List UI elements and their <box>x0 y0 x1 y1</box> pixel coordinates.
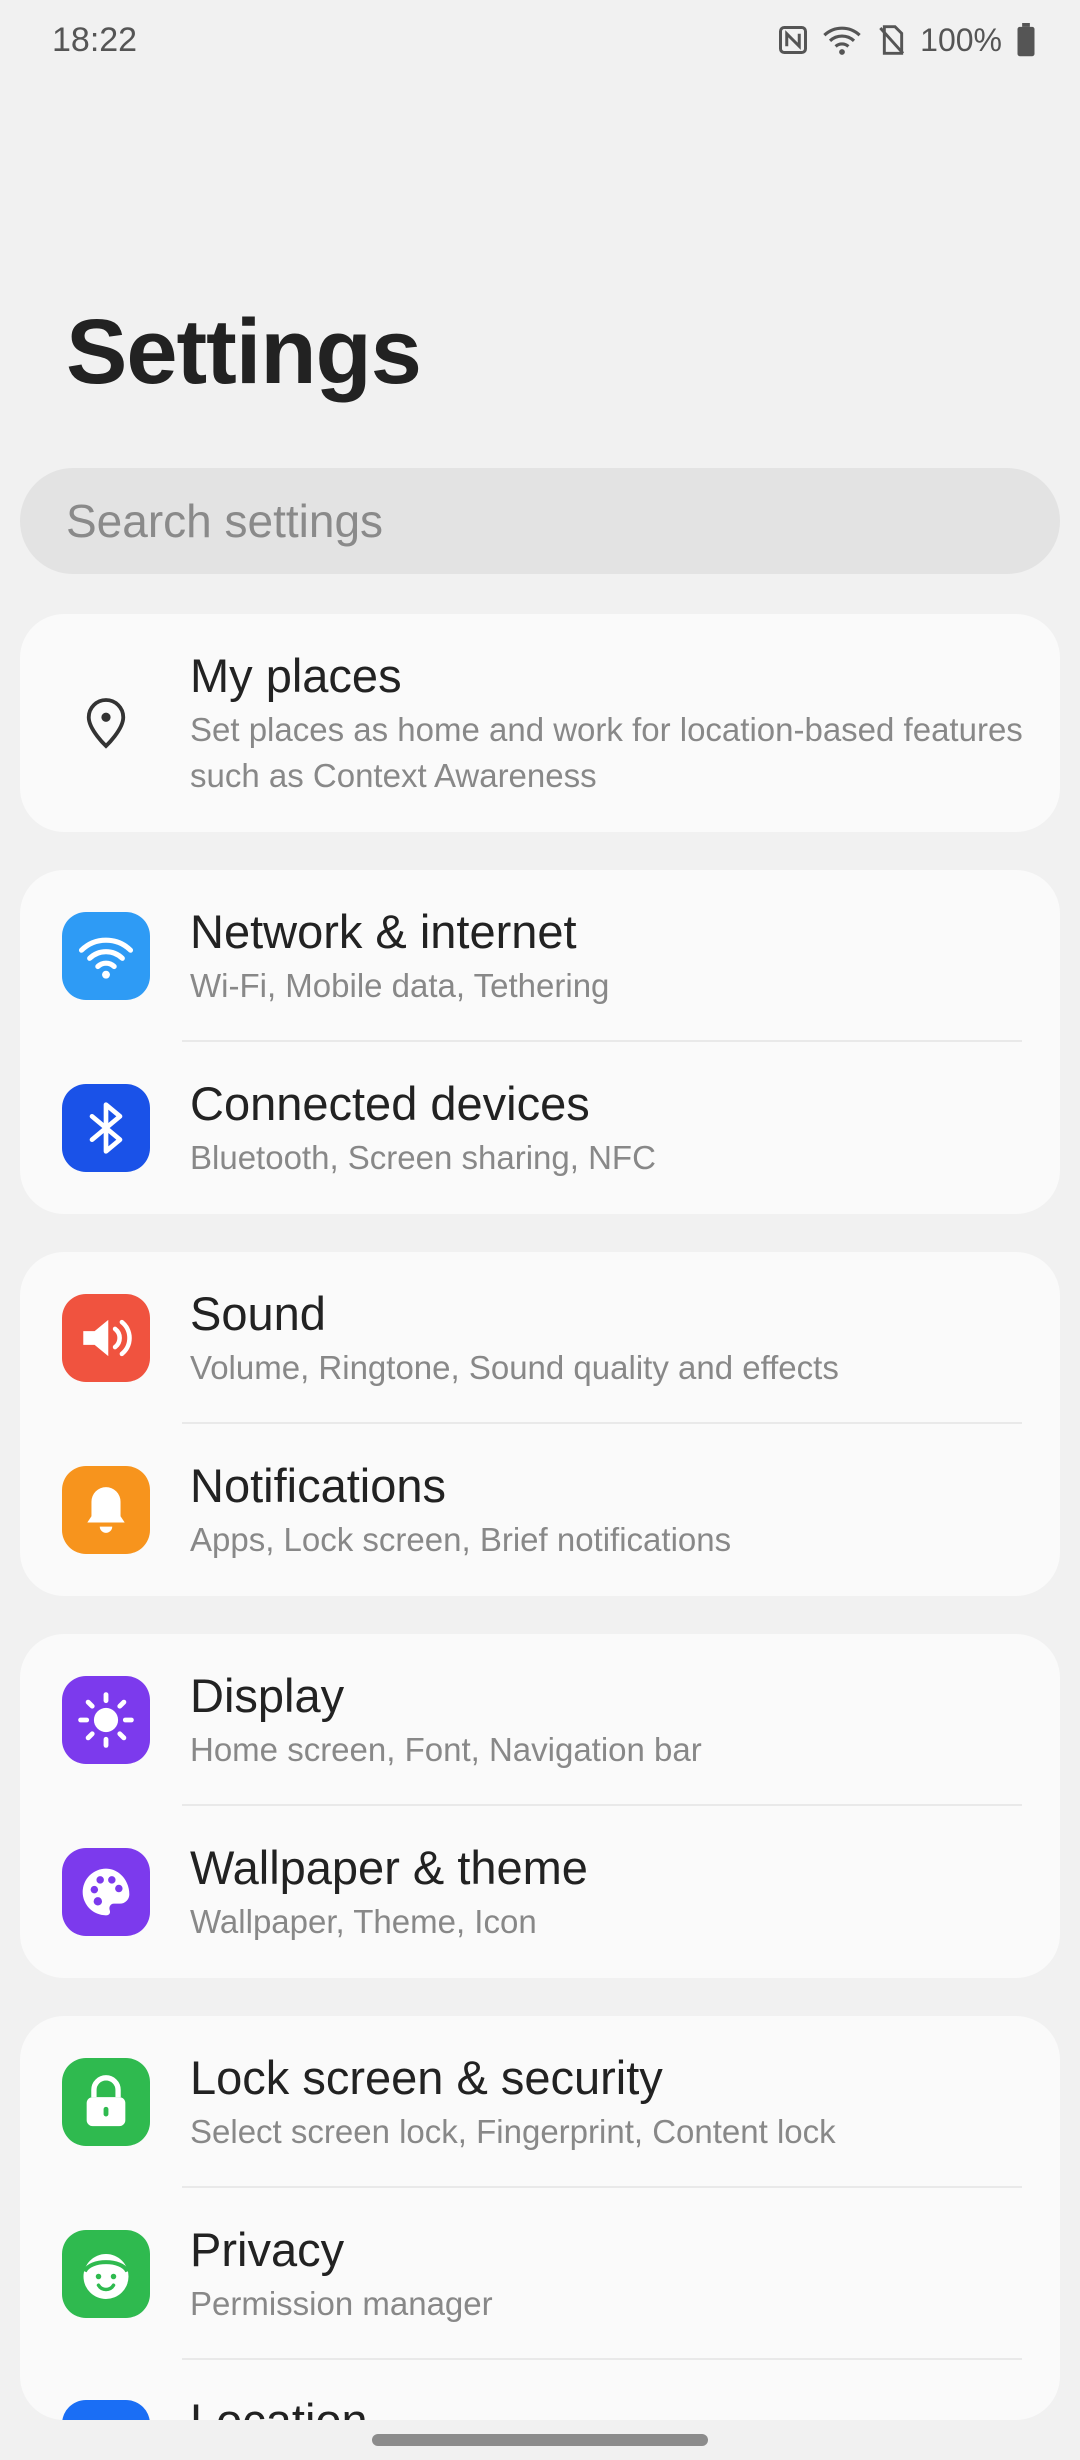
battery-icon <box>1016 23 1036 57</box>
search-input[interactable] <box>20 468 1060 574</box>
item-label: Sound <box>190 1287 326 1340</box>
settings-item-network-internet[interactable]: Network & internet Wi-Fi, Mobile data, T… <box>20 870 1060 1042</box>
item-description: Bluetooth, Screen sharing, NFC <box>190 1139 656 1176</box>
item-description: Wallpaper, Theme, Icon <box>190 1903 537 1940</box>
item-description: Volume, Ringtone, Sound quality and effe… <box>190 1349 839 1386</box>
settings-group-security: Lock screen & security Select screen loc… <box>20 2016 1060 2420</box>
nfc-icon <box>778 25 808 55</box>
settings-item-location[interactable]: Location <box>20 2360 1060 2420</box>
item-label: Privacy <box>190 2223 345 2276</box>
settings-group-sound: Sound Volume, Ringtone, Sound quality an… <box>20 1252 1060 1596</box>
wifi-icon <box>62 912 150 1000</box>
item-label: Network & internet <box>190 905 577 958</box>
item-label: Lock screen & security <box>190 2051 663 2104</box>
item-label: Connected devices <box>190 1077 590 1130</box>
settings-item-connected-devices[interactable]: Connected devices Bluetooth, Screen shar… <box>20 1042 1060 1214</box>
status-bar: 18:22 100% <box>0 0 1080 80</box>
status-time: 18:22 <box>52 20 138 59</box>
speaker-icon <box>62 1294 150 1382</box>
bluetooth-icon <box>62 1084 150 1172</box>
settings-item-my-places[interactable]: My places Set places as home and work fo… <box>20 614 1060 832</box>
item-label: Display <box>190 1669 345 1722</box>
page-title: Settings <box>66 301 422 403</box>
bell-icon <box>62 1466 150 1554</box>
settings-item-lock-screen-security[interactable]: Lock screen & security Select screen loc… <box>20 2016 1060 2188</box>
settings-item-sound[interactable]: Sound Volume, Ringtone, Sound quality an… <box>20 1252 1060 1424</box>
item-label: Wallpaper & theme <box>190 1841 588 1894</box>
battery-percent: 100% <box>920 21 1002 58</box>
settings-item-wallpaper-theme[interactable]: Wallpaper & theme Wallpaper, Theme, Icon <box>20 1806 1060 1978</box>
status-icons: 100% <box>778 22 1036 59</box>
location-icon <box>62 2400 150 2420</box>
settings-group-places: My places Set places as home and work fo… <box>20 614 1060 832</box>
location-pin-icon <box>62 679 150 767</box>
privacy-face-icon <box>62 2230 150 2318</box>
item-description: Apps, Lock screen, Brief notifications <box>190 1521 732 1558</box>
palette-icon <box>62 1848 150 1936</box>
lock-icon <box>62 2058 150 2146</box>
settings-item-notifications[interactable]: Notifications Apps, Lock screen, Brief n… <box>20 1424 1060 1596</box>
item-label: Location <box>190 2392 1030 2420</box>
settings-item-privacy[interactable]: Privacy Permission manager <box>20 2188 1060 2360</box>
gesture-nav-handle[interactable] <box>372 2434 708 2446</box>
no-sim-icon <box>876 24 906 56</box>
item-description: Wi-Fi, Mobile data, Tethering <box>190 967 610 1004</box>
item-description: Select screen lock, Fingerprint, Content… <box>190 2113 836 2150</box>
sun-icon <box>62 1676 150 1764</box>
item-label: My places <box>190 649 402 702</box>
item-label: Notifications <box>190 1459 446 1512</box>
wifi-status-icon <box>822 24 862 56</box>
item-description: Permission manager <box>190 2285 493 2322</box>
item-description: Home screen, Font, Navigation bar <box>190 1731 702 1768</box>
item-description: Set places as home and work for location… <box>190 711 1023 794</box>
settings-group-connectivity: Network & internet Wi-Fi, Mobile data, T… <box>20 870 1060 1214</box>
settings-item-display[interactable]: Display Home screen, Font, Navigation ba… <box>20 1634 1060 1806</box>
settings-group-display: Display Home screen, Font, Navigation ba… <box>20 1634 1060 1978</box>
